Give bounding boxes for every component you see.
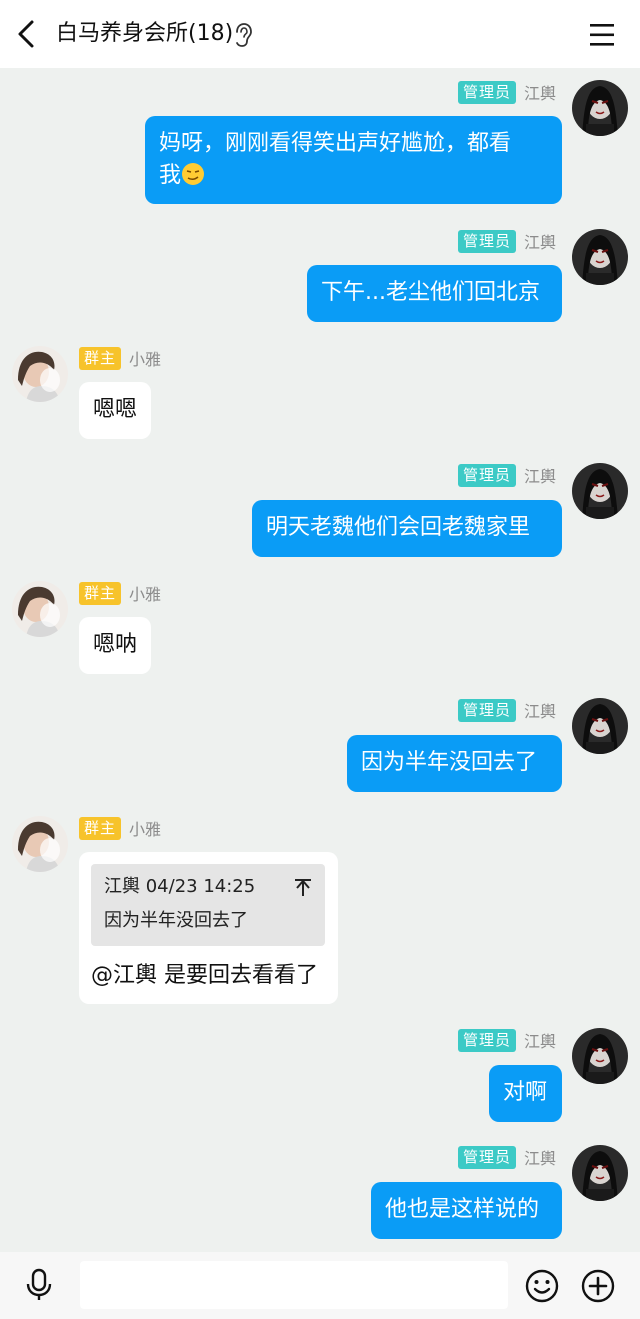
owner-badge: 群主	[79, 346, 122, 370]
hamburger-menu-icon	[590, 24, 614, 46]
sender-meta: 群主 小雅	[79, 816, 161, 840]
message-text: 因为半年没回去了	[361, 750, 538, 775]
avatar[interactable]	[572, 80, 628, 136]
admin-badge: 管理员	[458, 1028, 517, 1052]
message-text: 下午...老尘他们回北京	[321, 280, 540, 305]
smirk-emoji-icon	[182, 163, 205, 185]
plus-circle-icon	[581, 1269, 615, 1303]
message-list[interactable]: 管理员 江輿 妈呀，刚刚看得笑出声好尴尬，都看 我 管理员 江輿 下午...老尘…	[0, 68, 640, 1252]
sender-meta: 管理员 江輿	[458, 698, 556, 722]
message-input[interactable]	[80, 1261, 508, 1309]
sender-meta: 管理员 江輿	[458, 1145, 556, 1169]
sender-name: 江輿	[524, 233, 557, 252]
message-bubble[interactable]: 下午...老尘他们回北京	[307, 265, 562, 322]
sender-name: 小雅	[129, 585, 162, 604]
admin-badge: 管理员	[458, 80, 517, 104]
message-text: 明天老魏他们会回老魏家里	[266, 515, 531, 540]
message-bubble[interactable]: 嗯呐	[79, 617, 151, 674]
sender-meta: 群主 小雅	[79, 581, 161, 605]
message-text: 妈呀，刚刚看得笑出声好尴尬，都看	[159, 131, 512, 156]
voice-button[interactable]	[22, 1267, 56, 1303]
sender-name: 江輿	[524, 702, 557, 721]
avatar[interactable]	[12, 581, 68, 637]
message-bubble[interactable]: 对啊	[489, 1065, 562, 1122]
avatar[interactable]	[12, 816, 68, 872]
ear-icon	[236, 23, 252, 47]
message-bubble[interactable]: 嗯嗯	[79, 382, 151, 439]
owner-badge: 群主	[79, 581, 122, 605]
more-button[interactable]	[580, 1268, 616, 1304]
microphone-icon	[26, 1268, 52, 1300]
back-button[interactable]	[10, 14, 46, 54]
sender-name: 江輿	[524, 467, 557, 486]
avatar[interactable]	[12, 346, 68, 402]
message-bubble[interactable]: 明天老魏他们会回老魏家里	[252, 500, 562, 557]
message-bubble[interactable]: 江輿 04/23 14:25 因为半年没回去了 @江輿 是要回去看看了	[79, 852, 338, 1004]
smiley-icon	[525, 1269, 559, 1303]
chat-header: 白马养身会所(18)	[0, 0, 640, 68]
sender-meta: 管理员 江輿	[458, 1028, 556, 1052]
owner-badge: 群主	[79, 816, 122, 840]
avatar[interactable]	[572, 698, 628, 754]
menu-button[interactable]	[584, 18, 620, 52]
quote-header: 江輿 04/23 14:25	[104, 876, 256, 897]
sender-meta: 群主 小雅	[79, 346, 161, 370]
sender-meta: 管理员 江輿	[458, 80, 556, 104]
admin-badge: 管理员	[458, 463, 517, 487]
sender-name: 江輿	[524, 1032, 557, 1051]
emoji-button[interactable]	[524, 1268, 560, 1304]
sender-name: 江輿	[524, 84, 557, 103]
avatar[interactable]	[572, 1028, 628, 1084]
input-bar	[0, 1252, 640, 1319]
message-text: 嗯呐	[93, 632, 138, 657]
sender-name: 小雅	[129, 350, 162, 369]
message-bubble[interactable]: 妈呀，刚刚看得笑出声好尴尬，都看 我	[145, 116, 562, 204]
message-text: @江輿 是要回去看看了	[91, 963, 318, 988]
message-text: 他也是这样说的	[385, 1197, 540, 1222]
jump-to-original-icon[interactable]	[293, 876, 313, 898]
quoted-message[interactable]: 江輿 04/23 14:25 因为半年没回去了	[91, 864, 325, 946]
sender-name: 小雅	[129, 820, 162, 839]
avatar[interactable]	[572, 463, 628, 519]
admin-badge: 管理员	[458, 698, 517, 722]
sender-meta: 管理员 江輿	[458, 463, 556, 487]
admin-badge: 管理员	[458, 1145, 517, 1169]
avatar[interactable]	[572, 229, 628, 285]
avatar[interactable]	[572, 1145, 628, 1201]
quote-text: 因为半年没回去了	[104, 910, 248, 931]
chevron-left-icon	[18, 20, 34, 48]
sender-name: 江輿	[524, 1149, 557, 1168]
admin-badge: 管理员	[458, 229, 517, 253]
message-bubble[interactable]: 因为半年没回去了	[347, 735, 562, 792]
message-text: 嗯嗯	[93, 397, 138, 422]
message-text: 对啊	[503, 1080, 548, 1105]
group-title[interactable]: 白马养身会所(18)	[56, 18, 233, 50]
message-bubble[interactable]: 他也是这样说的	[371, 1182, 562, 1239]
sender-meta: 管理员 江輿	[458, 229, 556, 253]
message-text-line2: 我	[159, 160, 548, 192]
